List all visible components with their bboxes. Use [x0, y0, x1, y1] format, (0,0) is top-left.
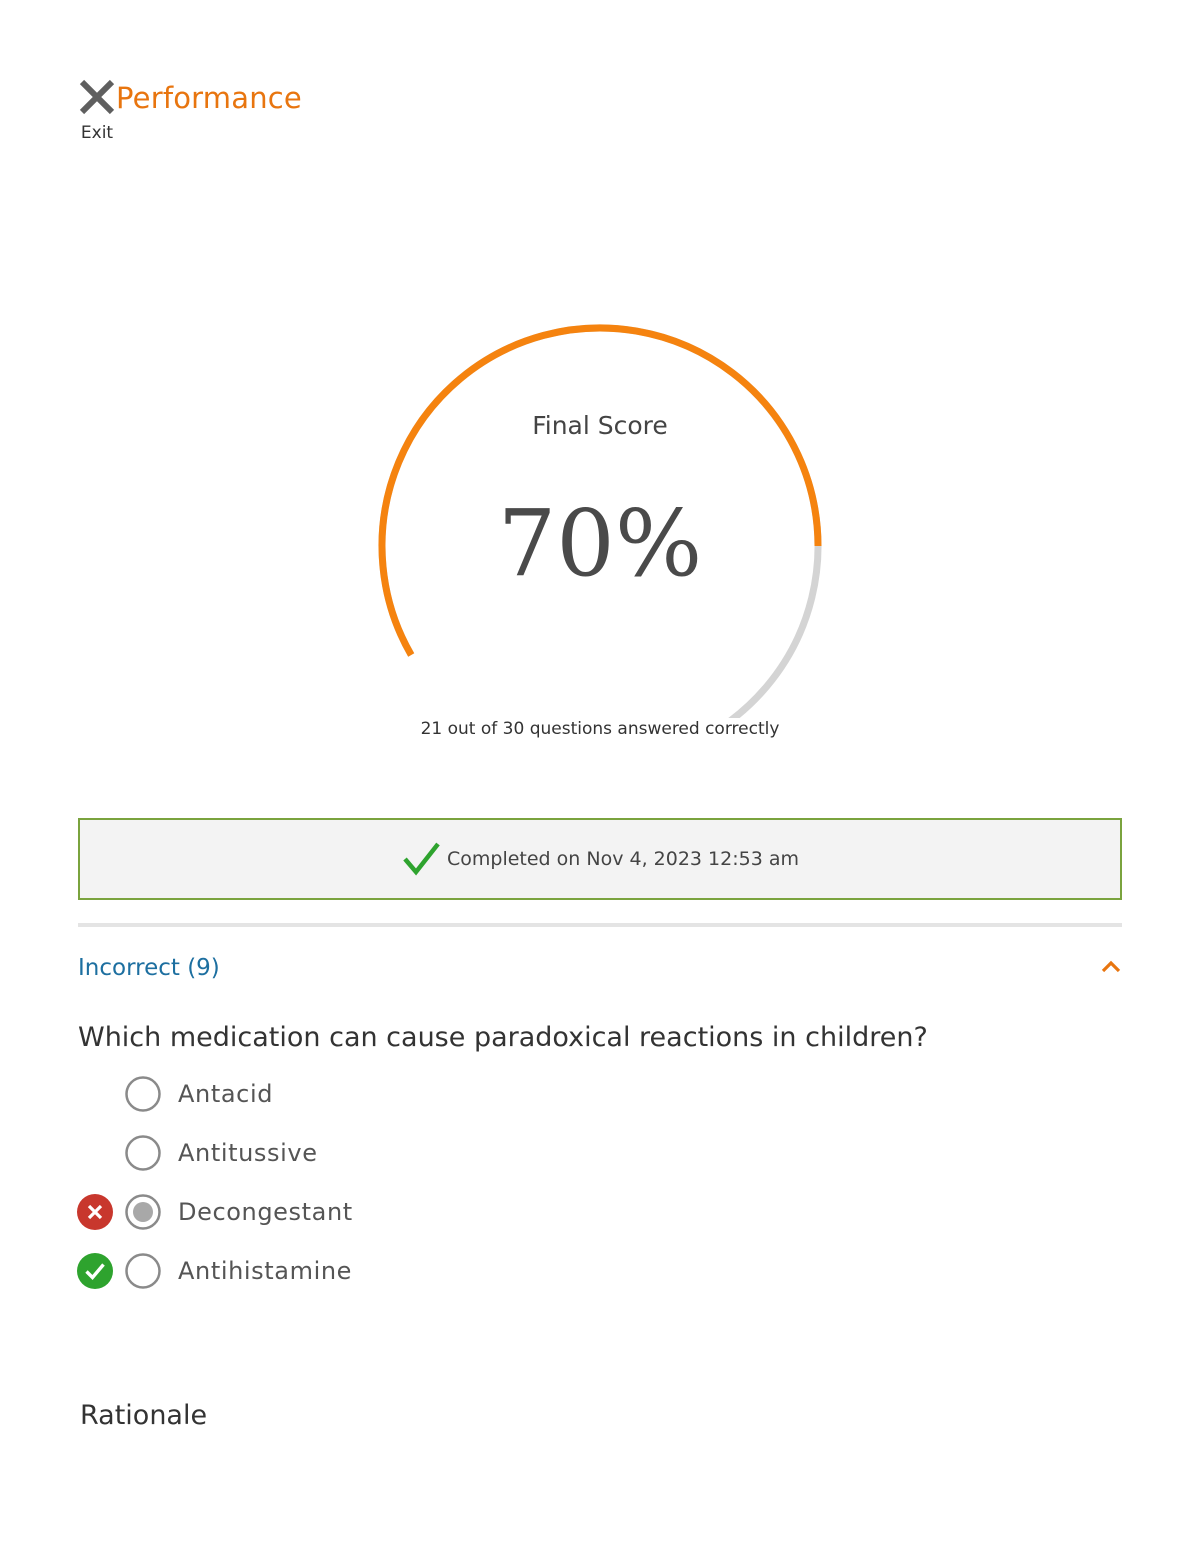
score-percent: 70% [497, 490, 703, 597]
completion-banner: Completed on Nov 4, 2023 12:53 am [78, 818, 1122, 900]
radio-button-selected[interactable] [124, 1193, 162, 1231]
score-label: Final Score [532, 411, 668, 440]
section-title: Incorrect (9) [78, 955, 220, 981]
radio-button[interactable] [124, 1075, 162, 1113]
exit-label: Exit [80, 123, 114, 143]
score-detail: 21 out of 30 questions answered correctl… [420, 719, 780, 739]
completion-text: Completed on Nov 4, 2023 12:53 am [446, 848, 799, 870]
radio-button[interactable] [124, 1252, 162, 1290]
checkmark-icon [403, 842, 440, 876]
page-title: Performance [116, 81, 302, 115]
divider [78, 923, 1122, 927]
question-text: Which medication can cause paradoxical r… [78, 1022, 928, 1053]
option-label: Antacid [178, 1080, 274, 1108]
incorrect-section-toggle[interactable]: Incorrect (9) [78, 948, 1122, 988]
close-icon [79, 79, 115, 115]
option-label: Decongestant [178, 1198, 353, 1226]
answer-option[interactable]: Antihistamine [76, 1251, 676, 1291]
option-label: Antihistamine [178, 1257, 353, 1285]
incorrect-icon [77, 1194, 113, 1230]
answer-option[interactable]: Decongestant [76, 1192, 676, 1232]
radio-button[interactable] [124, 1134, 162, 1172]
correct-icon [77, 1253, 113, 1289]
chevron-up-icon[interactable] [1100, 958, 1122, 974]
rationale-heading: Rationale [80, 1400, 208, 1431]
exit-button[interactable]: Exit [76, 78, 118, 143]
answer-option[interactable]: Antitussive [76, 1133, 676, 1173]
answer-option[interactable]: Antacid [76, 1074, 676, 1114]
option-label: Antitussive [178, 1139, 318, 1167]
